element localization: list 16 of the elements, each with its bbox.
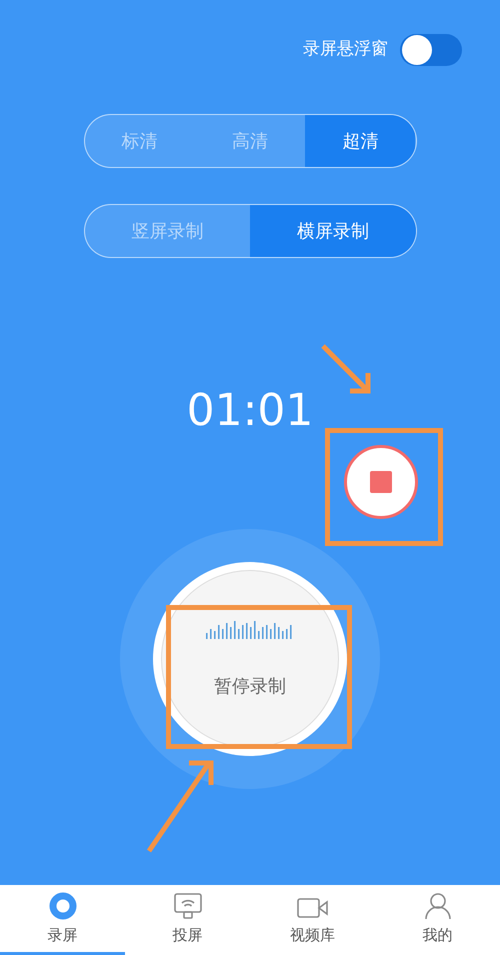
nav-tab[interactable]: 录屏 xyxy=(0,885,125,955)
pause-button[interactable]: 暂停录制 xyxy=(153,562,347,756)
video-camera-icon xyxy=(296,896,328,920)
segment-tab[interactable]: 横屏录制 xyxy=(250,205,416,257)
nav-tab[interactable]: 我的 xyxy=(375,885,500,955)
segment-tab[interactable]: 超清 xyxy=(305,115,416,167)
stop-icon xyxy=(370,471,392,493)
record-icon xyxy=(48,892,76,920)
floating-window-label: 录屏悬浮窗 xyxy=(303,38,388,62)
cast-icon xyxy=(172,892,202,920)
user-icon xyxy=(424,892,452,920)
recording-timer: 01:01 xyxy=(186,386,314,436)
waveform-icon xyxy=(206,618,294,638)
floating-window-switch[interactable] xyxy=(400,34,462,66)
nav-tab[interactable]: 投屏 xyxy=(125,885,250,955)
nav-tab[interactable]: 视频库 xyxy=(250,885,375,955)
